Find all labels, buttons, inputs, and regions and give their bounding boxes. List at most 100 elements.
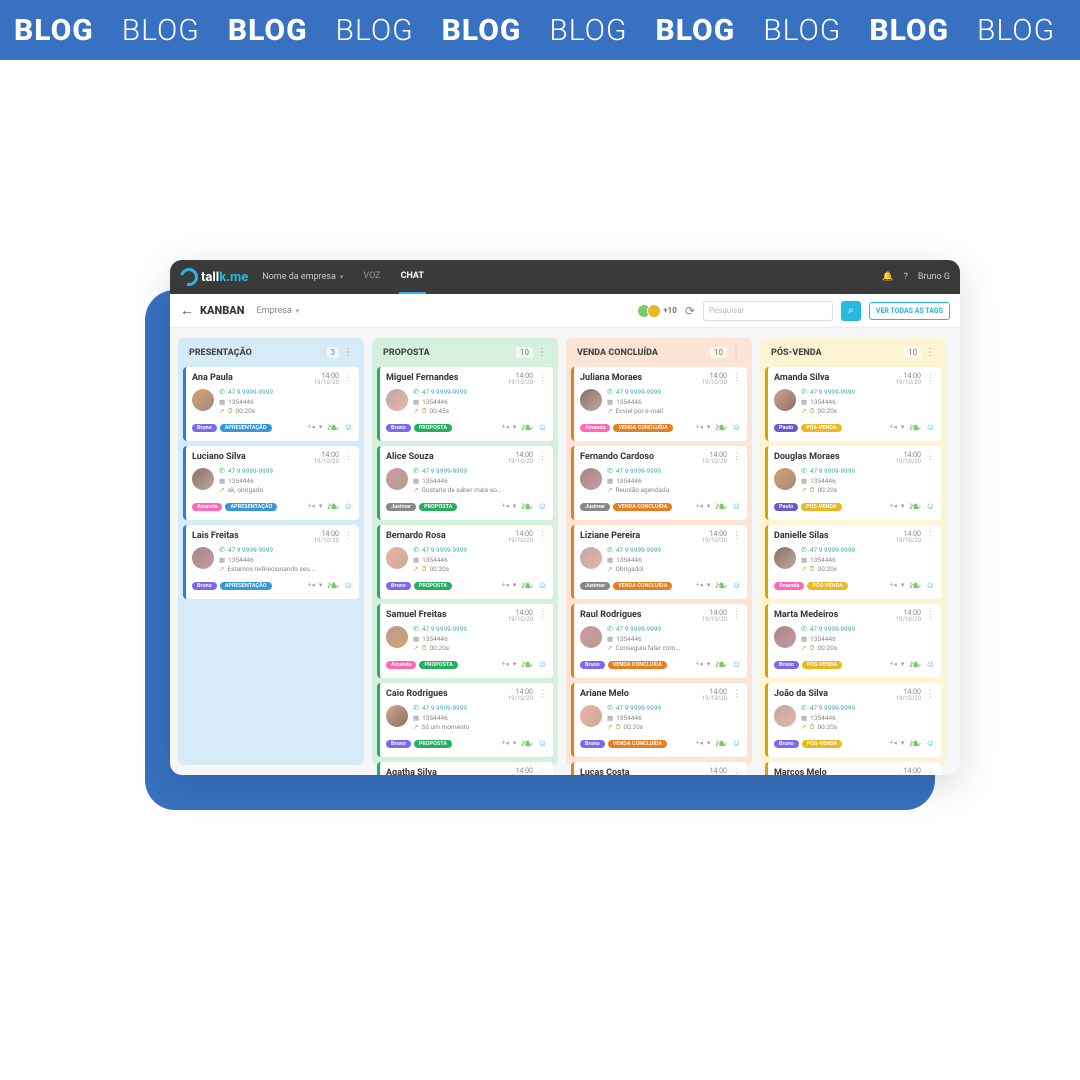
card-actions[interactable]: +◂ ▾ [501,502,516,510]
tab-chat[interactable]: CHAT [399,260,426,294]
stage-tag[interactable]: VENDA CONCLUÍDA [608,740,667,748]
owner-tag[interactable]: Amanda [580,424,610,432]
stage-tag[interactable]: APRESENTAÇÃO [225,503,277,511]
owner-tag[interactable]: Bruno [386,582,411,590]
emoji-icon[interactable]: ☺ [538,501,547,512]
logo[interactable]: tallk.me [180,268,248,286]
stage-tag[interactable]: PÓS-VENDA [807,582,847,590]
card-menu-icon[interactable]: ⋮ [344,531,353,541]
bell-icon[interactable]: 🔔 [882,272,893,282]
emoji-icon[interactable]: ☺ [538,422,547,433]
kanban-card[interactable]: Samuel Freitas 14:00 19/10/20 ⋮ ✆47 9 99… [377,604,553,678]
kanban-card[interactable]: Douglas Moraes 14:00 19/10/20 ⋮ ✆47 9 99… [765,446,941,520]
card-menu-icon[interactable]: ⋮ [344,452,353,462]
card-menu-icon[interactable]: ⋮ [538,689,547,699]
owner-tag[interactable]: Amanda [386,661,416,669]
stage-tag[interactable]: PÓS-VENDA [802,740,842,748]
kanban-card[interactable]: Liziane Pereira 14:00 19/10/20 ⋮ ✆47 9 9… [571,525,747,599]
card-actions[interactable]: +◂ ▾ [889,502,904,510]
emoji-icon[interactable]: ☺ [732,501,741,512]
kanban-card[interactable]: Juliana Moraes 14:00 19/10/20 ⋮ ✆47 9 99… [571,367,747,441]
stage-tag[interactable]: PÓS-VENDA [801,424,841,432]
card-menu-icon[interactable]: ⋮ [538,768,547,775]
card-actions[interactable]: +◂ ▾ [501,581,516,589]
emoji-icon[interactable]: ☺ [344,422,353,433]
column-header[interactable]: PÓS-VENDA 10 ⋮ [765,343,941,362]
column-header[interactable]: PROPOSTA 10 ⋮ [377,343,553,362]
stage-tag[interactable]: PROPOSTA [414,424,452,432]
card-actions[interactable]: +◂ ▾ [501,660,516,668]
kanban-card[interactable]: Bernardo Rosa 14:00 19/10/20 ⋮ ✆47 9 999… [377,525,553,599]
participant-avatars[interactable]: +10 [641,304,677,318]
owner-tag[interactable]: Bruno [774,740,799,748]
emoji-icon[interactable]: ☺ [538,659,547,670]
card-actions[interactable]: +◂ ▾ [695,581,710,589]
card-actions[interactable]: +◂ ▾ [695,502,710,510]
kanban-card[interactable]: Caio Rodrigues 14:00 19/10/20 ⋮ ✆47 9 99… [377,683,553,757]
card-menu-icon[interactable]: ⋮ [732,610,741,620]
kanban-card[interactable]: Lais Freitas 14:00 19/10/20 ⋮ ✆47 9 9999… [183,525,359,599]
kanban-card[interactable]: Danielle Silas 14:00 19/10/20 ⋮ ✆47 9 99… [765,525,941,599]
card-menu-icon[interactable]: ⋮ [732,452,741,462]
card-actions[interactable]: +◂ ▾ [889,660,904,668]
tab-voz[interactable]: VOZ [361,260,382,294]
stage-tag[interactable]: PÓS-VENDA [802,661,842,669]
card-menu-icon[interactable]: ⋮ [926,452,935,462]
owner-tag[interactable]: Jusimar [386,503,416,511]
owner-tag[interactable]: Jusimar [580,582,610,590]
kanban-card[interactable]: Luciano Silva 14:00 19/10/20 ⋮ ✆47 9 999… [183,446,359,520]
emoji-icon[interactable]: ☺ [732,738,741,749]
kanban-card[interactable]: Marcos Melo 14:00 19/10/20 ⋮ ✆47 9 9999-… [765,762,941,775]
help-icon[interactable]: ? [904,272,908,282]
user-name[interactable]: Bruno G [918,272,950,282]
stage-tag[interactable]: APRESENTAÇÃO [220,582,272,590]
search-input[interactable]: Pesquisar [703,301,833,321]
emoji-icon[interactable]: ☺ [344,580,353,591]
stage-tag[interactable]: PROPOSTA [414,740,452,748]
card-actions[interactable]: +◂ ▾ [889,423,904,431]
stage-tag[interactable]: VENDA CONCLUÍDA [613,503,672,511]
owner-tag[interactable]: Amanda [192,503,222,511]
card-actions[interactable]: +◂ ▾ [501,423,516,431]
card-menu-icon[interactable]: ⋮ [344,373,353,383]
card-actions[interactable]: +◂ ▾ [307,581,322,589]
card-menu-icon[interactable]: ⋮ [926,531,935,541]
column-header[interactable]: VENDA CONCLUÍDA 10 ⋮ [571,343,747,362]
kanban-card[interactable]: Agatha Silva 14:00 19/10/20 ⋮ ✆47 9 9999… [377,762,553,775]
card-actions[interactable]: +◂ ▾ [695,739,710,747]
column-menu-icon[interactable]: ⋮ [731,347,741,358]
column-header[interactable]: PRESENTAÇÃO 3 ⋮ [183,343,359,362]
card-menu-icon[interactable]: ⋮ [926,768,935,775]
kanban-card[interactable]: Marta Medeiros 14:00 19/10/20 ⋮ ✆47 9 99… [765,604,941,678]
card-actions[interactable]: +◂ ▾ [695,660,710,668]
kanban-card[interactable]: Ariane Melo 14:00 19/10/20 ⋮ ✆47 9 9999-… [571,683,747,757]
owner-tag[interactable]: Paulo [774,424,798,432]
owner-tag[interactable]: Paulo [774,503,798,511]
kanban-card[interactable]: Raul Rodrigues 14:00 19/10/20 ⋮ ✆47 9 99… [571,604,747,678]
stage-tag[interactable]: VENDA CONCLUÍDA [613,424,672,432]
stage-tag[interactable]: VENDA CONCLUÍDA [608,661,667,669]
view-all-tags-button[interactable]: VER TODAS AS TAGS [869,302,950,320]
kanban-card[interactable]: Alice Souza 14:00 19/10/20 ⋮ ✆47 9 9999-… [377,446,553,520]
emoji-icon[interactable]: ☺ [538,738,547,749]
company-dropdown[interactable]: Nome da empresa▾ [262,272,343,282]
card-actions[interactable]: +◂ ▾ [307,423,322,431]
owner-tag[interactable]: Bruno [386,740,411,748]
column-menu-icon[interactable]: ⋮ [925,347,935,358]
kanban-card[interactable]: Amanda Silva 14:00 19/10/20 ⋮ ✆47 9 9999… [765,367,941,441]
card-menu-icon[interactable]: ⋮ [538,373,547,383]
stage-tag[interactable]: PROPOSTA [419,503,457,511]
owner-tag[interactable]: Jusimar [580,503,610,511]
owner-tag[interactable]: Bruno [580,661,605,669]
emoji-icon[interactable]: ☺ [732,659,741,670]
emoji-icon[interactable]: ☺ [926,501,935,512]
card-actions[interactable]: +◂ ▾ [889,581,904,589]
card-menu-icon[interactable]: ⋮ [538,531,547,541]
card-menu-icon[interactable]: ⋮ [926,689,935,699]
card-menu-icon[interactable]: ⋮ [732,531,741,541]
back-arrow-icon[interactable]: ← [180,302,194,319]
kanban-card[interactable]: João da Silva 14:00 19/10/20 ⋮ ✆47 9 999… [765,683,941,757]
emoji-icon[interactable]: ☺ [732,580,741,591]
card-actions[interactable]: +◂ ▾ [501,739,516,747]
emoji-icon[interactable]: ☺ [538,580,547,591]
